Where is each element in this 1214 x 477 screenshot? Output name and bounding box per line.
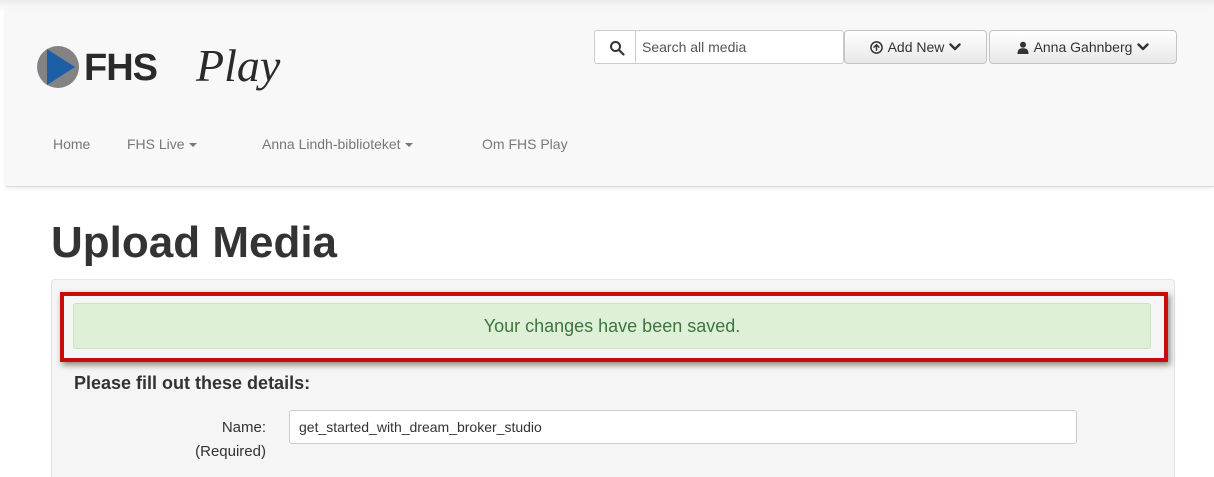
user-name-label: Anna Gahnberg bbox=[1033, 39, 1133, 55]
nav-item-label: Home bbox=[53, 136, 91, 152]
name-field-label: Name: (Required) bbox=[140, 416, 266, 464]
search-box bbox=[594, 30, 844, 64]
nav-item-anna-lindh-biblioteket[interactable]: Anna Lindh-biblioteket bbox=[262, 136, 413, 152]
nav-item-fhs-live[interactable]: FHS Live bbox=[127, 136, 197, 152]
caret-down-icon bbox=[404, 143, 413, 148]
caret-down-icon bbox=[188, 143, 197, 148]
chevron-down-icon bbox=[1137, 43, 1150, 51]
nav-item-om-fhs-play[interactable]: Om FHS Play bbox=[482, 136, 568, 152]
search-input[interactable] bbox=[635, 31, 837, 63]
play-circle-icon bbox=[37, 46, 79, 88]
success-alert: Your changes have been saved. bbox=[73, 303, 1151, 349]
logo-text: FHS bbox=[84, 47, 158, 89]
alert-message: Your changes have been saved. bbox=[483, 315, 741, 336]
nav-item-home[interactable]: Home bbox=[53, 136, 90, 152]
form-heading: Please fill out these details: bbox=[74, 373, 311, 393]
chevron-down-icon bbox=[949, 43, 962, 51]
user-icon bbox=[1017, 41, 1029, 54]
name-label-text: Name: bbox=[221, 419, 266, 436]
nav-item-label: FHS Live bbox=[127, 136, 185, 152]
nav-item-label: Om FHS Play bbox=[482, 136, 568, 152]
user-menu-button[interactable]: Anna Gahnberg bbox=[989, 30, 1177, 64]
name-field[interactable] bbox=[289, 410, 1077, 444]
search-icon[interactable] bbox=[609, 40, 625, 56]
add-new-label: Add New bbox=[887, 39, 945, 55]
page-title: Upload Media bbox=[51, 218, 338, 267]
add-new-button[interactable]: Add New bbox=[844, 30, 987, 64]
required-note: (Required) bbox=[195, 443, 266, 460]
plus-circle-icon bbox=[869, 40, 883, 54]
logo-script-text: Play bbox=[196, 40, 281, 91]
nav-item-label: Anna Lindh-biblioteket bbox=[262, 136, 401, 152]
